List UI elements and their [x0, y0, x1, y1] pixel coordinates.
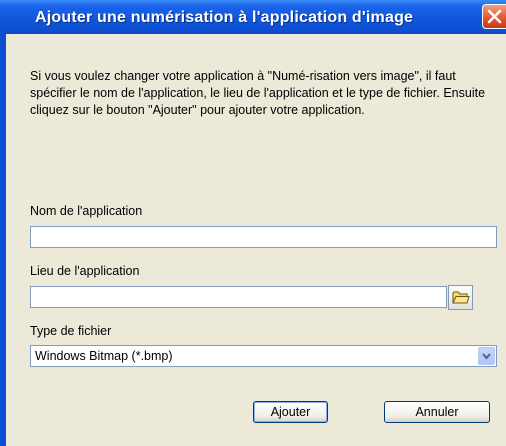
file-type-value: Windows Bitmap (*.bmp) — [35, 349, 173, 363]
window-title: Ajouter une numérisation à l'application… — [35, 9, 414, 26]
description-text: Si vous voulez changer votre application… — [30, 69, 486, 117]
chevron-down-icon — [482, 353, 491, 360]
app-location-input[interactable] — [30, 286, 447, 308]
dialog-window: Ajouter une numérisation à l'application… — [0, 0, 506, 446]
add-button[interactable]: Ajouter — [253, 401, 328, 423]
close-icon — [487, 9, 502, 24]
browse-button[interactable] — [448, 285, 473, 310]
folder-icon — [452, 291, 470, 304]
app-name-label: Nom de l'application — [30, 204, 143, 218]
app-name-input[interactable] — [30, 226, 497, 248]
title-bar[interactable]: Ajouter une numérisation à l'application… — [0, 0, 506, 34]
close-button[interactable] — [482, 4, 506, 29]
file-type-select[interactable]: Windows Bitmap (*.bmp) — [30, 345, 497, 367]
app-location-label: Lieu de l'application — [30, 264, 140, 278]
dropdown-button[interactable] — [478, 347, 495, 365]
dialog-body: Si vous voulez changer votre application… — [6, 34, 506, 446]
cancel-button[interactable]: Annuler — [384, 401, 490, 423]
file-type-label: Type de fichier — [30, 324, 112, 338]
